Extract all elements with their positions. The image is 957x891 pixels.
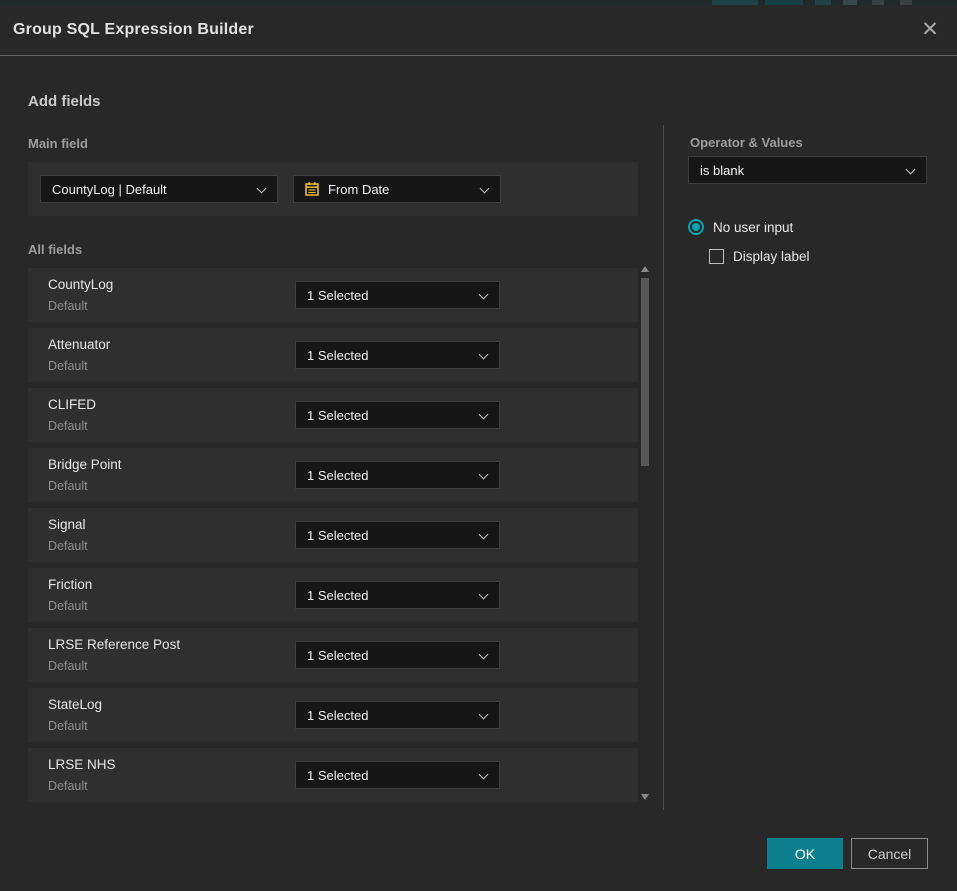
chevron-down-icon — [479, 350, 489, 360]
field-selection-dropdown[interactable]: 1 Selected — [295, 341, 500, 369]
chevron-down-icon — [479, 470, 489, 480]
field-selection-dropdown[interactable]: 1 Selected — [295, 281, 500, 309]
chevron-down-icon — [906, 165, 916, 175]
field-selection-dropdown[interactable]: 1 Selected — [295, 581, 500, 609]
chevron-down-icon — [479, 530, 489, 540]
chevron-down-icon — [479, 770, 489, 780]
close-icon[interactable]: ✕ — [916, 15, 944, 43]
field-selection-dropdown[interactable]: 1 Selected — [295, 761, 500, 789]
chevron-down-icon — [479, 410, 489, 420]
field-row: Signal Default 1 Selected — [28, 508, 638, 562]
field-row: CountyLog Default 1 Selected — [28, 268, 638, 322]
field-selection-value: 1 Selected — [307, 768, 368, 783]
group-sql-expression-builder-dialog: Group SQL Expression Builder ✕ Add field… — [0, 5, 957, 891]
field-name: LRSE Reference Post — [48, 637, 180, 652]
chevron-down-icon — [257, 184, 267, 194]
field-row: LRSE Reference Post Default 1 Selected — [28, 628, 638, 682]
field-name: LRSE NHS — [48, 757, 116, 772]
field-selection-value: 1 Selected — [307, 648, 368, 663]
field-selection-dropdown[interactable]: 1 Selected — [295, 461, 500, 489]
field-name: Friction — [48, 577, 92, 592]
field-selection-value: 1 Selected — [307, 528, 368, 543]
main-field-band: CountyLog | Default From Date — [28, 162, 638, 216]
field-subtitle: Default — [48, 719, 88, 733]
field-name: Attenuator — [48, 337, 110, 352]
calendar-date-icon — [304, 181, 320, 197]
field-row: Attenuator Default 1 Selected — [28, 328, 638, 382]
field-subtitle: Default — [48, 779, 88, 793]
field-subtitle: Default — [48, 299, 88, 313]
cancel-button[interactable]: Cancel — [851, 838, 928, 869]
no-user-input-label: No user input — [713, 220, 793, 235]
field-subtitle: Default — [48, 599, 88, 613]
display-label-checkbox[interactable]: Display label — [709, 249, 810, 264]
radio-selected-icon — [688, 219, 704, 235]
field-selection-value: 1 Selected — [307, 708, 368, 723]
operator-values-heading: Operator & Values — [690, 135, 803, 150]
field-selection-value: 1 Selected — [307, 468, 368, 483]
field-row: CLIFED Default 1 Selected — [28, 388, 638, 442]
field-subtitle: Default — [48, 419, 88, 433]
chevron-down-icon — [479, 650, 489, 660]
chevron-down-icon — [479, 590, 489, 600]
field-row: Bridge Point Default 1 Selected — [28, 448, 638, 502]
scrollbar-thumb[interactable] — [641, 278, 649, 466]
chevron-down-icon — [480, 184, 490, 194]
field-name: StateLog — [48, 697, 102, 712]
field-name: Signal — [48, 517, 86, 532]
field-name: CountyLog — [48, 277, 113, 292]
field-row: Friction Default 1 Selected — [28, 568, 638, 622]
operator-select[interactable]: is blank — [688, 156, 927, 184]
display-label-text: Display label — [733, 249, 810, 264]
field-selection-dropdown[interactable]: 1 Selected — [295, 521, 500, 549]
all-fields-heading: All fields — [28, 242, 82, 257]
dialog-title: Group SQL Expression Builder — [13, 21, 254, 39]
checkbox-unchecked-icon — [709, 249, 724, 264]
scrollbar-down-arrow-icon[interactable] — [641, 794, 649, 800]
field-selection-value: 1 Selected — [307, 408, 368, 423]
scrollbar-up-arrow-icon[interactable] — [641, 266, 649, 272]
field-row: StateLog Default 1 Selected — [28, 688, 638, 742]
operator-select-value: is blank — [700, 163, 744, 178]
field-row: LRSE NHS Default 1 Selected — [28, 748, 638, 802]
no-user-input-radio[interactable]: No user input — [688, 219, 793, 235]
field-name: Bridge Point — [48, 457, 122, 472]
main-field-select-value: From Date — [328, 182, 389, 197]
field-subtitle: Default — [48, 479, 88, 493]
chevron-down-icon — [479, 710, 489, 720]
field-name: CLIFED — [48, 397, 96, 412]
dialog-titlebar: Group SQL Expression Builder ✕ — [0, 5, 957, 56]
field-subtitle: Default — [48, 539, 88, 553]
add-fields-heading: Add fields — [28, 93, 101, 110]
chevron-down-icon — [479, 290, 489, 300]
field-selection-value: 1 Selected — [307, 288, 368, 303]
layer-select[interactable]: CountyLog | Default — [40, 175, 278, 203]
field-selection-dropdown[interactable]: 1 Selected — [295, 641, 500, 669]
field-selection-value: 1 Selected — [307, 588, 368, 603]
field-selection-dropdown[interactable]: 1 Selected — [295, 701, 500, 729]
field-selection-value: 1 Selected — [307, 348, 368, 363]
main-field-select[interactable]: From Date — [293, 175, 501, 203]
field-selection-dropdown[interactable]: 1 Selected — [295, 401, 500, 429]
layer-select-value: CountyLog | Default — [52, 182, 167, 197]
field-subtitle: Default — [48, 659, 88, 673]
ok-button[interactable]: OK — [767, 838, 843, 869]
field-subtitle: Default — [48, 359, 88, 373]
panel-divider — [663, 125, 664, 810]
main-field-heading: Main field — [28, 136, 88, 151]
